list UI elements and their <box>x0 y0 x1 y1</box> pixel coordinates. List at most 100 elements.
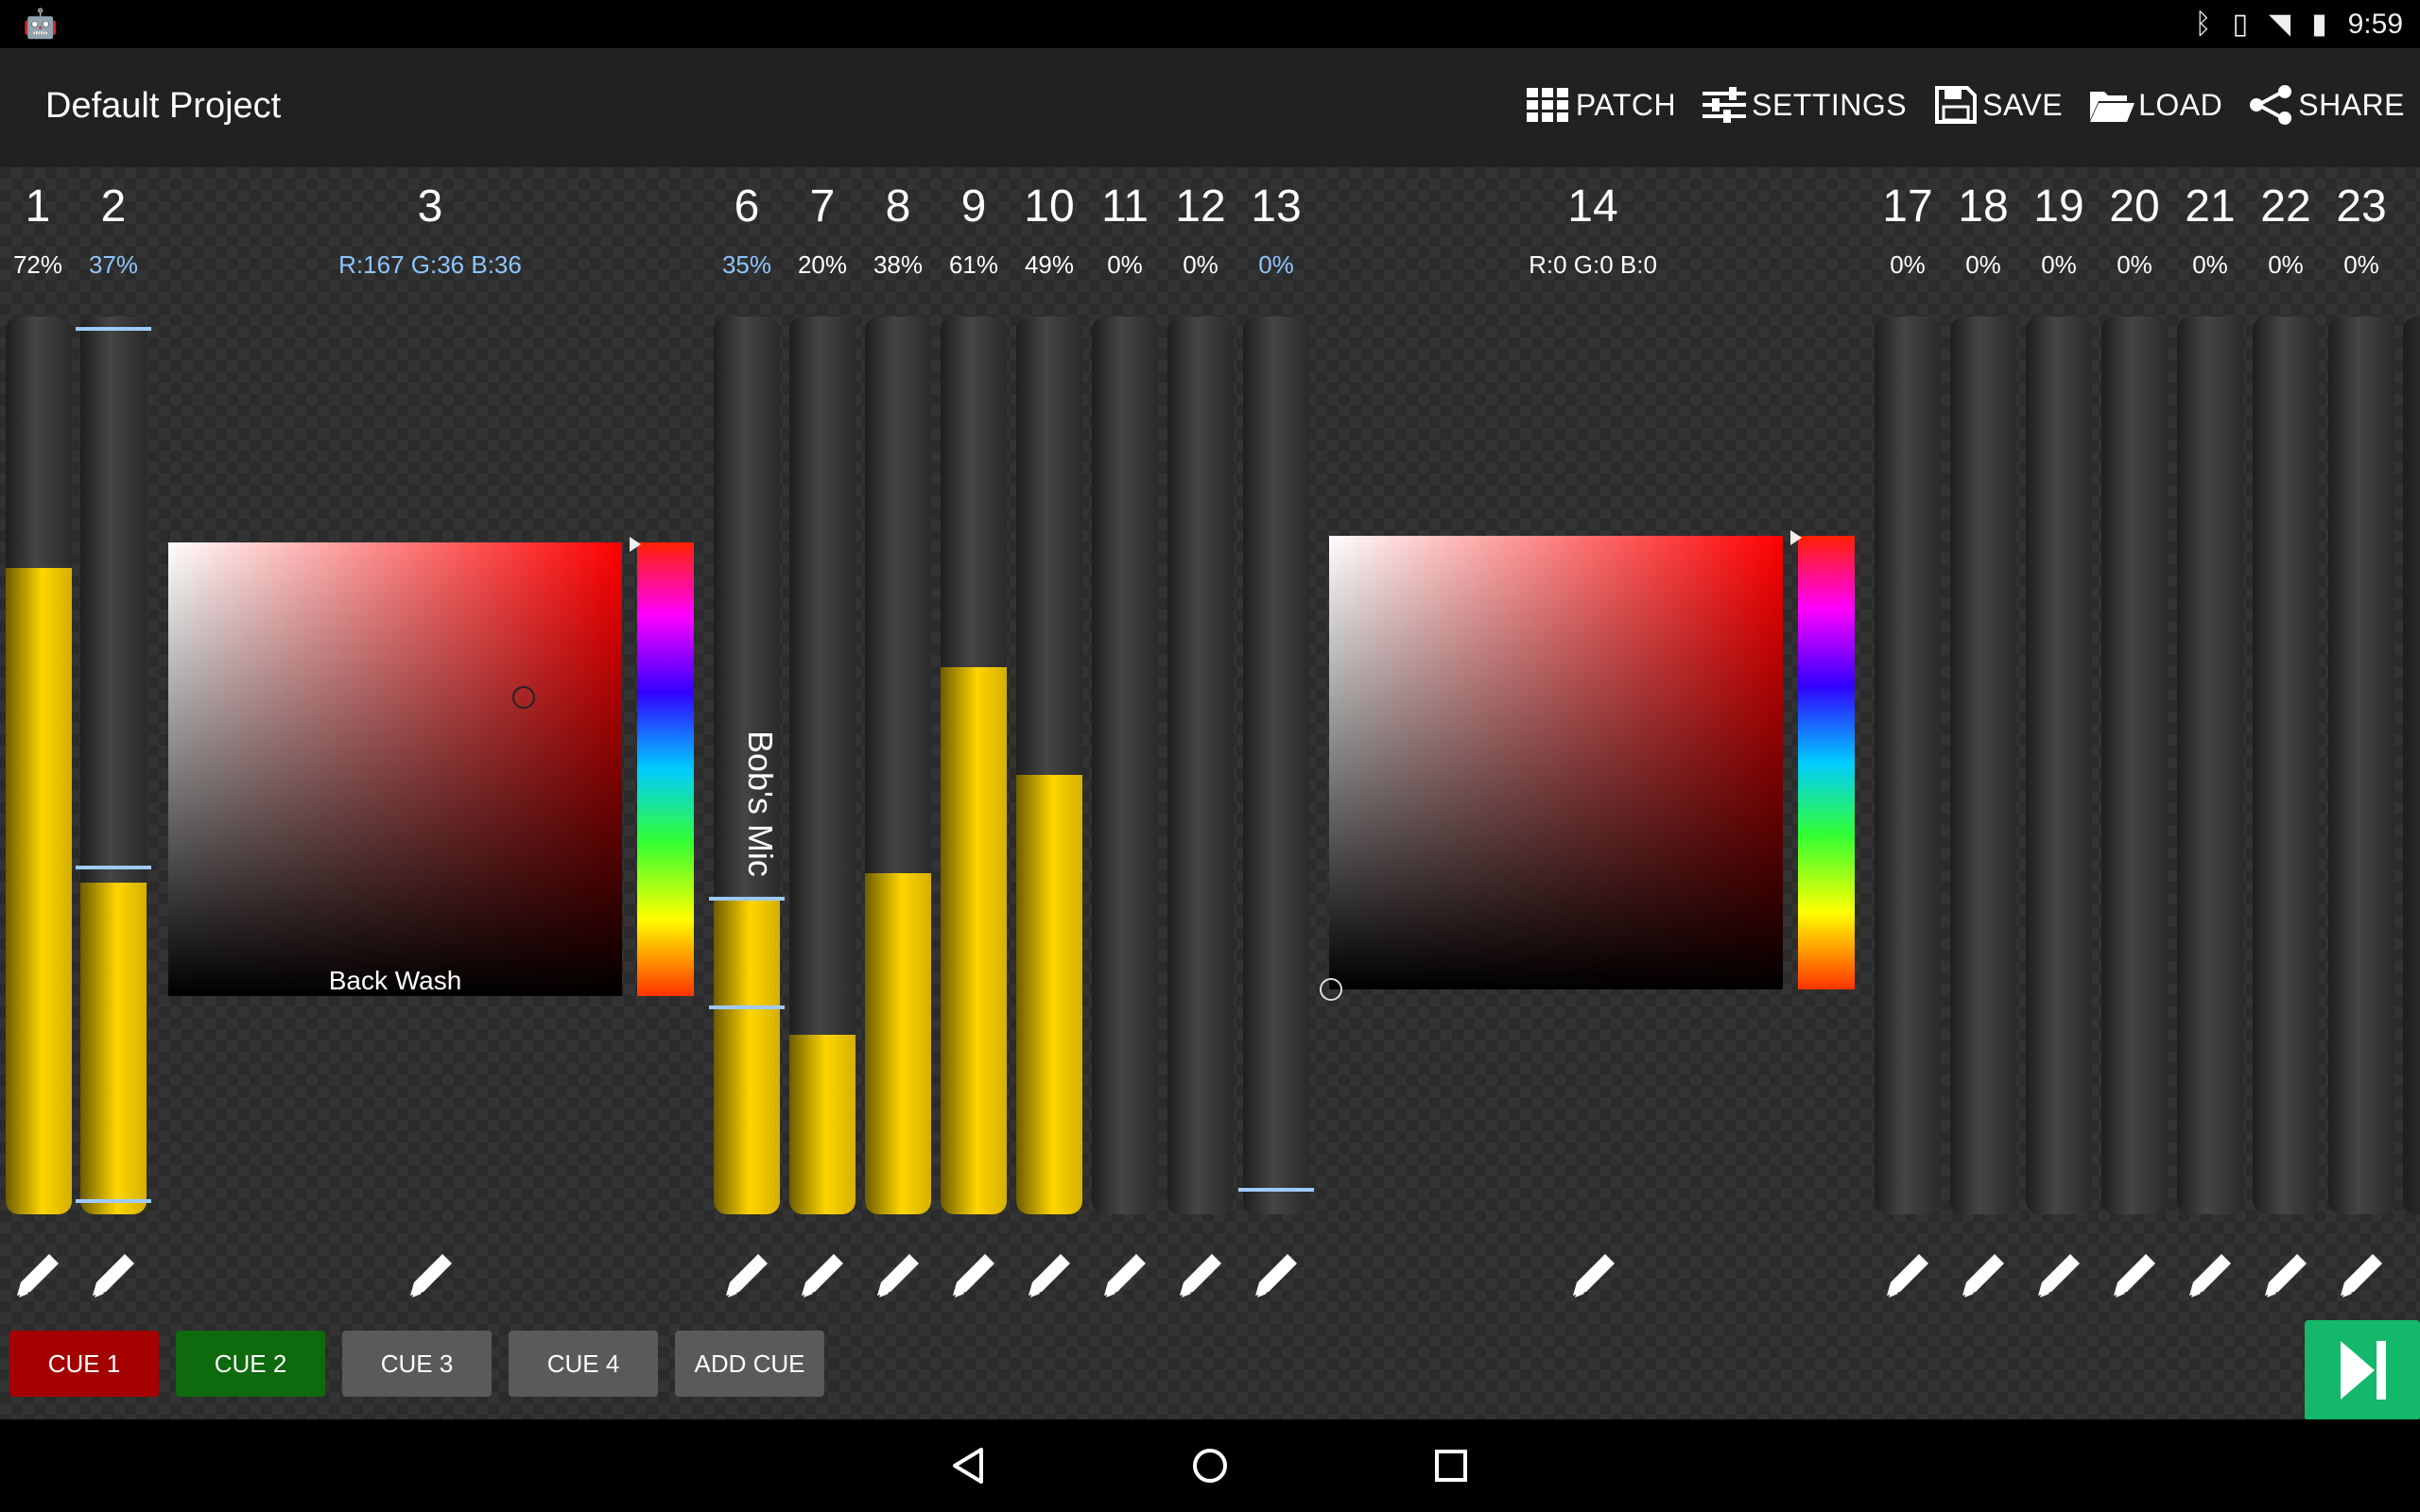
pencil-icon[interactable] <box>2029 1245 2089 1305</box>
channel-number: 18 <box>1958 181 2009 232</box>
channel-20: 20 0% <box>2097 167 2172 1330</box>
channel-value: 49% <box>1024 250 1075 279</box>
fader-fill <box>941 666 1007 1214</box>
channel-value: 0% <box>2117 250 2152 279</box>
channel-number: 10 <box>1024 181 1075 232</box>
cue-4-button[interactable]: CUE 4 <box>509 1331 658 1397</box>
console-board: 1 72% 2 37% 3 R:167 G:36 B:36 Back Wash … <box>0 167 2420 1419</box>
channel-value: 37% <box>88 250 139 279</box>
pencil-icon[interactable] <box>1564 1245 1624 1305</box>
channel-1: 1 72% <box>0 167 76 1330</box>
channel-fader[interactable] <box>2253 317 2319 1214</box>
channel-fader-partial[interactable] <box>2403 317 2420 1214</box>
pencil-icon[interactable] <box>1953 1245 2014 1305</box>
add-cue-button[interactable]: ADD CUE <box>675 1331 824 1397</box>
fader-fill <box>80 882 147 1214</box>
channel-number: 8 <box>885 181 911 232</box>
channel-number: 19 <box>2033 181 2084 232</box>
pencil-icon[interactable] <box>1019 1245 1080 1305</box>
fader-fill <box>865 873 931 1214</box>
settings-button[interactable]: SETTINGS <box>1701 84 1907 126</box>
channel-fader[interactable] <box>2101 317 2168 1214</box>
channel-fader[interactable] <box>865 317 931 1214</box>
channel-fader[interactable] <box>2026 317 2092 1214</box>
channel-fader[interactable] <box>1875 317 1941 1214</box>
pencil-icon[interactable] <box>1877 1245 1938 1305</box>
channel-6: 6 35% Bob's Mic <box>709 167 785 1330</box>
fader-marker <box>76 1199 151 1203</box>
channel-value: 0% <box>1107 250 1143 279</box>
back-icon[interactable] <box>945 1442 993 1489</box>
pencil-icon[interactable] <box>868 1245 928 1305</box>
channel-fader[interactable] <box>789 317 856 1214</box>
save-button[interactable]: SAVE <box>1931 84 2063 126</box>
skip-next-icon <box>2341 1341 2386 1400</box>
pencil-icon[interactable] <box>8 1245 68 1305</box>
channel-fader[interactable] <box>1092 317 1158 1214</box>
channel-8: 8 38% <box>860 167 936 1330</box>
channel-number: 17 <box>1882 181 1933 232</box>
cue-2-button[interactable]: CUE 2 <box>176 1331 325 1397</box>
channel-19: 19 0% <box>2021 167 2097 1330</box>
fader-fill <box>1016 774 1082 1214</box>
go-next-cue-button[interactable] <box>2305 1320 2420 1420</box>
pencil-icon[interactable] <box>1170 1245 1231 1305</box>
channel-fader[interactable] <box>1167 317 1234 1214</box>
pencil-icon[interactable] <box>401 1245 461 1305</box>
fader-marker <box>76 327 151 331</box>
load-button[interactable]: LOAD <box>2087 84 2222 126</box>
cue-1-button[interactable]: CUE 1 <box>9 1331 159 1397</box>
channel-7: 7 20% <box>785 167 860 1330</box>
channel-fader[interactable] <box>941 317 1007 1214</box>
channel-fader[interactable] <box>1243 317 1309 1214</box>
saturation-value-area[interactable]: Back Wash <box>168 542 622 996</box>
pencil-icon[interactable] <box>1095 1245 1155 1305</box>
android-icon: 🤖 <box>23 9 59 40</box>
color-cursor[interactable] <box>512 686 535 709</box>
pencil-icon[interactable] <box>2180 1245 2240 1305</box>
cue-3-button[interactable]: CUE 3 <box>342 1331 492 1397</box>
share-button[interactable]: SHARE <box>2247 84 2405 126</box>
patch-button[interactable]: PATCH <box>1525 84 1676 126</box>
channel-number: 3 <box>417 181 443 232</box>
fader-fill <box>789 1035 856 1214</box>
channel-number: 11 <box>1101 181 1149 232</box>
fader-label: Bob's Mic <box>741 730 780 877</box>
channel-fader[interactable] <box>1016 317 1082 1214</box>
battery-charging-icon: ▮ <box>2311 9 2327 40</box>
channel-fader[interactable] <box>1950 317 2016 1214</box>
channel-fader[interactable] <box>6 317 72 1214</box>
pencil-icon[interactable] <box>792 1245 853 1305</box>
color-cursor[interactable] <box>1320 978 1342 1001</box>
channel-fader[interactable]: Bob's Mic <box>714 317 780 1214</box>
channel-value: 0% <box>1183 250 1219 279</box>
pencil-icon[interactable] <box>943 1245 1004 1305</box>
pencil-icon[interactable] <box>1246 1245 1306 1305</box>
grid-icon <box>1526 88 1568 122</box>
fader-fill <box>6 568 72 1214</box>
hue-pointer[interactable] <box>1790 530 1802 545</box>
recents-icon[interactable] <box>1427 1442 1475 1489</box>
pencil-icon[interactable] <box>83 1245 144 1305</box>
pencil-icon[interactable] <box>717 1245 777 1305</box>
pencil-icon[interactable] <box>2104 1245 2165 1305</box>
patch-label: PATCH <box>1575 87 1677 122</box>
channel-value: 0% <box>1965 250 2001 279</box>
channel-number: 1 <box>25 181 51 232</box>
channel-fader[interactable] <box>80 317 147 1214</box>
channel-fader[interactable] <box>2177 317 2243 1214</box>
channel-fader[interactable] <box>2328 317 2394 1214</box>
channel-12: 12 0% <box>1163 167 1238 1330</box>
saturation-value-area[interactable] <box>1320 536 1783 1001</box>
hue-slider[interactable] <box>630 537 694 996</box>
channel-number: 22 <box>2260 181 2311 232</box>
pencil-icon[interactable] <box>2331 1245 2392 1305</box>
channel-number: 9 <box>960 181 987 232</box>
hue-slider[interactable] <box>1790 530 1855 989</box>
hue-pointer[interactable] <box>630 537 641 552</box>
home-icon[interactable] <box>1186 1442 1234 1489</box>
pencil-icon[interactable] <box>2256 1245 2316 1305</box>
load-label: LOAD <box>2138 87 2223 122</box>
channel-number: 6 <box>734 181 760 232</box>
app-toolbar: Default Project PATCH SETTINGS SAVE LOAD… <box>0 48 2420 167</box>
